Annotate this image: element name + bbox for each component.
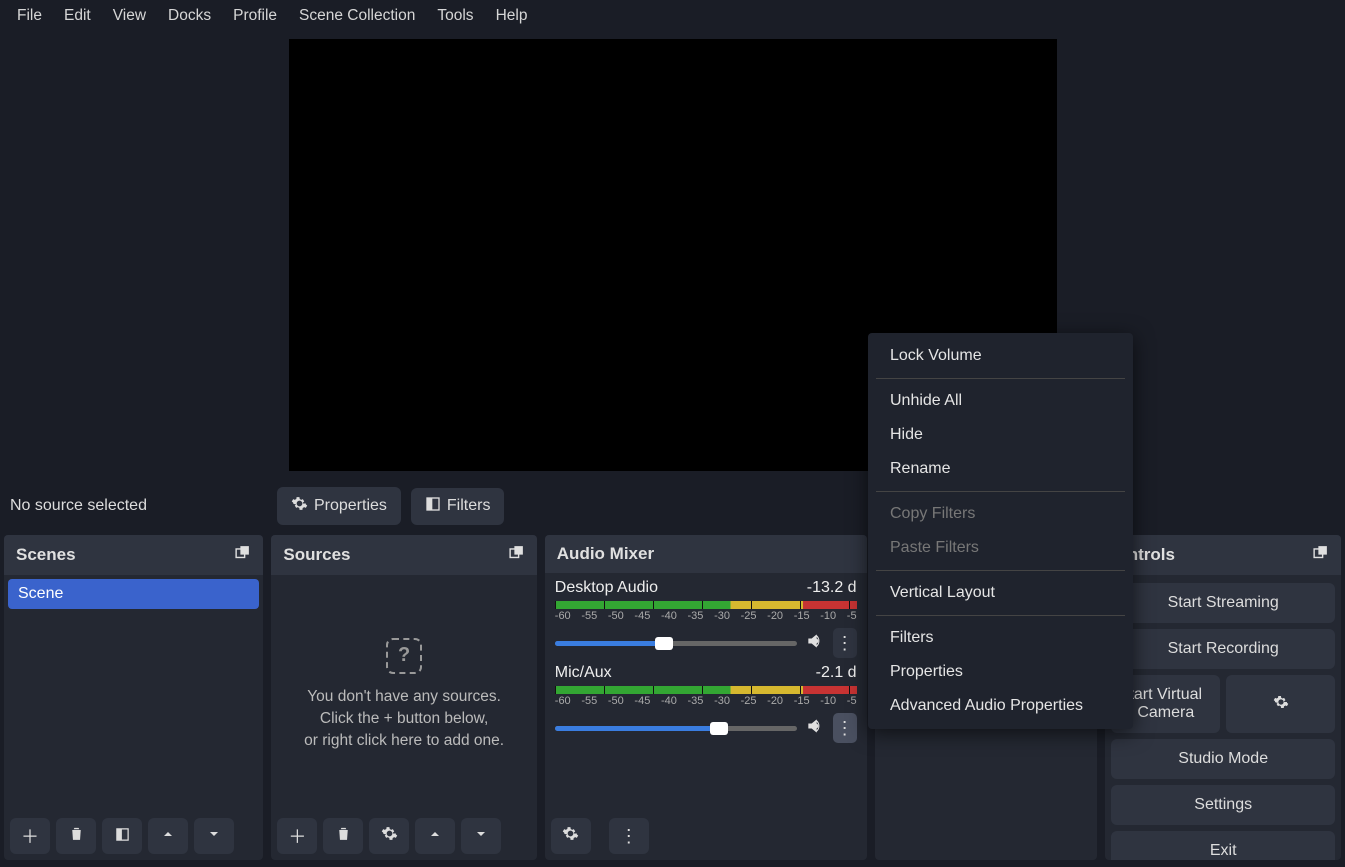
sources-panel: Sources ? You don't have any sources. Cl…: [271, 535, 536, 860]
menu-paste-filters: Paste Filters: [868, 531, 1133, 565]
menu-copy-filters: Copy Filters: [868, 497, 1133, 531]
gear-icon: [381, 825, 398, 847]
menu-hide[interactable]: Hide: [868, 418, 1133, 452]
undock-icon[interactable]: [508, 544, 525, 566]
dots-vertical-icon: ⋮: [836, 633, 854, 654]
gear-icon: [1273, 697, 1289, 714]
source-toolbar: No source selected Properties Filters: [0, 477, 1345, 535]
mixer-menu-button[interactable]: ⋮: [609, 818, 649, 854]
speaker-icon[interactable]: [805, 631, 825, 656]
remove-source-button[interactable]: [323, 818, 363, 854]
undock-icon[interactable]: [234, 544, 251, 566]
menu-view[interactable]: View: [102, 4, 157, 28]
trash-icon: [335, 825, 352, 847]
filter-icon: [115, 826, 130, 847]
source-up-button[interactable]: [415, 818, 455, 854]
channel-menu-button[interactable]: ⋮: [833, 628, 857, 658]
channel-name: Mic/Aux: [555, 664, 612, 682]
scene-filter-button[interactable]: [102, 818, 142, 854]
menu-file[interactable]: File: [6, 4, 53, 28]
mixer-title: Audio Mixer: [557, 544, 654, 564]
chevron-down-icon: [473, 826, 489, 847]
dots-vertical-icon: ⋮: [836, 718, 854, 739]
remove-scene-button[interactable]: [56, 818, 96, 854]
chevron-up-icon: [427, 826, 443, 847]
source-properties-button[interactable]: [369, 818, 409, 854]
sources-title: Sources: [283, 545, 350, 565]
studio-mode-button[interactable]: Studio Mode: [1111, 739, 1335, 779]
settings-button[interactable]: Settings: [1111, 785, 1335, 825]
sources-empty-state[interactable]: ? You don't have any sources. Click the …: [273, 577, 534, 810]
channel-db: -13.2 d: [807, 579, 857, 597]
sources-empty-line3: or right click here to add one.: [304, 732, 504, 750]
exit-button[interactable]: Exit: [1111, 831, 1335, 860]
sources-empty-line2: Click the + button below,: [320, 710, 488, 728]
volume-slider[interactable]: [555, 641, 797, 646]
gear-icon: [562, 825, 579, 847]
audio-mixer-panel: Audio Mixer Desktop Audio -13.2 d -60-55…: [545, 535, 867, 860]
channel-db: -2.1 d: [816, 664, 857, 682]
docks-row: Scenes Scene ＋ Sources ? You don't have …: [0, 535, 1345, 860]
volume-slider[interactable]: [555, 726, 797, 731]
filters-button[interactable]: Filters: [411, 488, 505, 525]
level-meter: [555, 686, 857, 694]
chevron-down-icon: [206, 826, 222, 847]
undock-icon[interactable]: [1312, 544, 1329, 566]
scenes-title: Scenes: [16, 545, 76, 565]
scene-item[interactable]: Scene: [8, 579, 259, 609]
channel-menu-button[interactable]: ⋮: [833, 713, 857, 743]
menu-edit[interactable]: Edit: [53, 4, 102, 28]
mixer-channel: Desktop Audio -13.2 d -60-55-50-45-40-35…: [547, 575, 865, 660]
mixer-context-menu: Lock Volume Unhide All Hide Rename Copy …: [868, 333, 1133, 729]
menu-advanced-audio[interactable]: Advanced Audio Properties: [868, 689, 1133, 723]
menu-profile[interactable]: Profile: [222, 4, 288, 28]
mixer-settings-button[interactable]: [551, 818, 591, 854]
menu-rename[interactable]: Rename: [868, 452, 1133, 486]
speaker-icon[interactable]: [805, 716, 825, 741]
menu-docks[interactable]: Docks: [157, 4, 222, 28]
gear-icon: [291, 495, 308, 517]
meter-ticks: -60-55-50-45-40-35-30-25-20-15-10-5: [555, 610, 857, 622]
menubar: File Edit View Docks Profile Scene Colle…: [0, 0, 1345, 32]
level-meter: [555, 601, 857, 609]
controls-panel: ontrols Start Streaming Start Recording …: [1105, 535, 1341, 860]
menu-filters[interactable]: Filters: [868, 621, 1133, 655]
add-source-button[interactable]: ＋: [277, 818, 317, 854]
sources-empty-line1: You don't have any sources.: [307, 688, 501, 706]
properties-button-label: Properties: [314, 497, 387, 515]
trash-icon: [68, 825, 85, 847]
filters-button-label: Filters: [447, 497, 491, 515]
properties-button[interactable]: Properties: [277, 487, 401, 525]
menu-help[interactable]: Help: [485, 4, 539, 28]
scene-down-button[interactable]: [194, 818, 234, 854]
source-down-button[interactable]: [461, 818, 501, 854]
menu-lock-volume[interactable]: Lock Volume: [868, 339, 1133, 373]
channel-name: Desktop Audio: [555, 579, 658, 597]
plus-icon: ＋: [21, 823, 39, 849]
add-scene-button[interactable]: ＋: [10, 818, 50, 854]
start-streaming-button[interactable]: Start Streaming: [1111, 583, 1335, 623]
plus-icon: ＋: [288, 823, 306, 849]
scene-up-button[interactable]: [148, 818, 188, 854]
menu-unhide-all[interactable]: Unhide All: [868, 384, 1133, 418]
menu-properties[interactable]: Properties: [868, 655, 1133, 689]
menu-scene-collection[interactable]: Scene Collection: [288, 4, 426, 28]
question-icon: ?: [386, 638, 422, 674]
meter-ticks: -60-55-50-45-40-35-30-25-20-15-10-5: [555, 695, 857, 707]
filter-icon: [425, 496, 441, 517]
menu-vertical-layout[interactable]: Vertical Layout: [868, 576, 1133, 610]
virtual-camera-settings-button[interactable]: [1226, 675, 1335, 733]
menu-tools[interactable]: Tools: [426, 4, 484, 28]
no-source-label: No source selected: [8, 497, 147, 515]
scenes-panel: Scenes Scene ＋: [4, 535, 263, 860]
preview-area: [0, 32, 1345, 477]
dots-vertical-icon: ⋮: [620, 826, 638, 847]
chevron-up-icon: [160, 826, 176, 847]
mixer-channel: Mic/Aux -2.1 d -60-55-50-45-40-35-30-25-…: [547, 660, 865, 745]
start-recording-button[interactable]: Start Recording: [1111, 629, 1335, 669]
